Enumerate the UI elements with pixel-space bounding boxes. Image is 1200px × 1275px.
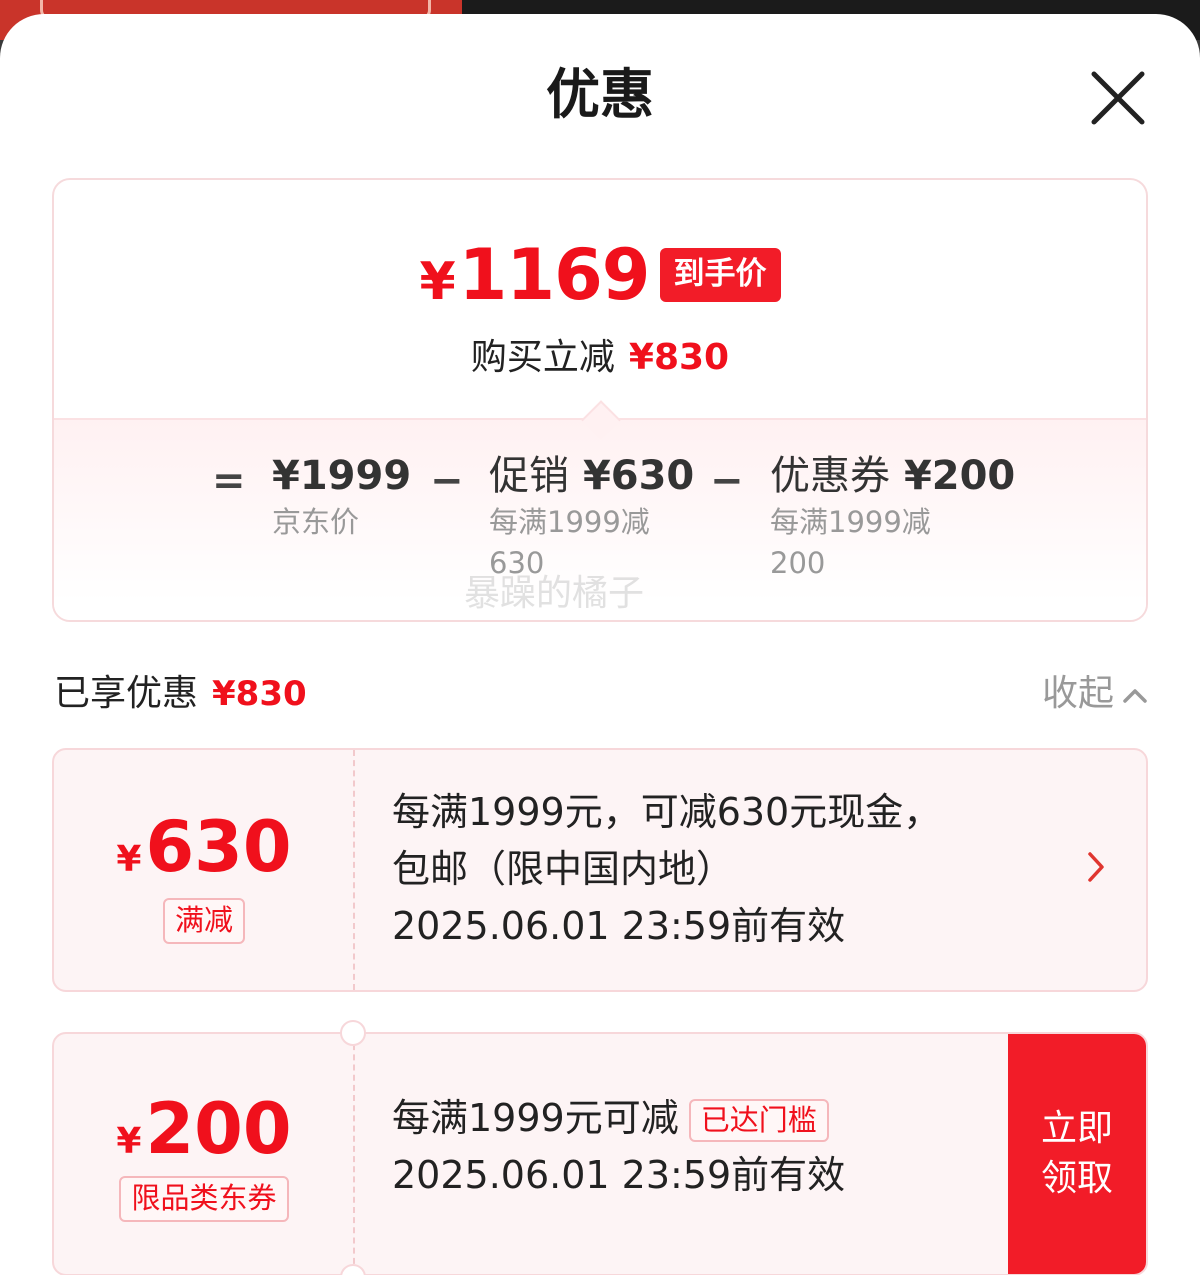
coupon-label: 优惠券: [770, 453, 890, 499]
claim-label-line2: 领取: [1040, 1158, 1113, 1199]
coupon-rule-line2: 包邮（限中国内地）: [392, 847, 735, 891]
coupon-card-jd-coupon: ¥200 限品类东券 每满1999元可减 已达门槛 2025.06.01 23:5…: [52, 1032, 1148, 1275]
collapse-button[interactable]: 收起: [1042, 664, 1148, 716]
coupon-validity: 2025.06.01 23:59前有效: [392, 1153, 846, 1197]
coupon-type-tag: 限品类东券: [119, 1176, 289, 1222]
ticket-notch: [340, 1020, 366, 1046]
coupon-description: 每满1999元可减 已达门槛 2025.06.01 23:59前有效: [392, 1090, 845, 1204]
threshold-reached-tag: 已达门槛: [688, 1098, 829, 1143]
coupon-rule: 每满1999元可减: [392, 1096, 679, 1140]
coupon-description: 每满1999元，可减630元现金， 包邮（限中国内地） 2025.06.01 2…: [392, 784, 941, 955]
equals-sign: =: [212, 458, 246, 504]
coupon-amount: ¥200: [116, 1088, 292, 1170]
enjoyed-discount: 已享优惠 ¥830: [54, 664, 307, 716]
chevron-right-icon[interactable]: [1086, 850, 1106, 888]
claim-coupon-button[interactable]: 立即 领取: [1008, 1034, 1146, 1274]
price-summary-card: ¥1169 到手价 购买立减 ¥830 = ¥1999 京东价 − 促销 ¥630 …: [52, 178, 1148, 622]
jd-price-value: ¥1999: [272, 453, 412, 499]
total-reduction-label: 购买立减: [470, 337, 615, 378]
breakdown-coupon: 优惠券 ¥200 每满1999减200: [770, 454, 1015, 583]
coupon-value: ¥200: [903, 453, 1016, 499]
promotion-value: ¥630: [582, 453, 695, 499]
final-price-tag: 到手价: [659, 248, 781, 302]
total-reduction-row: 购买立减 ¥830: [54, 328, 1146, 380]
coupon-rule-line1: 每满1999元，可减630元现金，: [392, 790, 942, 834]
chevron-up-icon: [1123, 689, 1147, 703]
discount-sheet: 优惠 ¥1169 到手价 购买立减 ¥830 = ¥1999 京东价 − 促销 ¥6…: [0, 14, 1200, 1275]
coupon-rule: 每满1999减200: [770, 505, 931, 580]
final-price-row: ¥1169 到手价: [54, 240, 1146, 310]
close-icon[interactable]: [1086, 66, 1150, 130]
final-price: ¥1169: [419, 234, 650, 316]
sheet-title: 优惠: [546, 63, 654, 126]
coupon-validity: 2025.06.01 23:59前有效: [392, 904, 846, 948]
coupon-amount-area: ¥630 满减: [54, 750, 354, 990]
minus-sign: −: [430, 458, 464, 504]
coupon-amount-area: ¥200 限品类东券: [54, 1034, 354, 1274]
total-reduction-amount: ¥830: [628, 337, 730, 378]
enjoyed-amount: ¥830: [212, 674, 307, 714]
enjoyed-label: 已享优惠: [54, 673, 199, 714]
claim-label-line1: 立即: [1040, 1107, 1113, 1149]
jd-price-label: 京东价: [272, 505, 360, 539]
promotion-label: 促销: [489, 453, 569, 499]
minus-sign: −: [710, 458, 744, 504]
watermark: 暴躁的橘子: [464, 573, 645, 614]
collapse-label: 收起: [1041, 673, 1114, 714]
coupon-card-promotion[interactable]: ¥630 满减 每满1999元，可减630元现金， 包邮（限中国内地） 2025…: [52, 748, 1148, 992]
price-breakdown: = ¥1999 京东价 − 促销 ¥630 每满1999减630 − 优惠券 ¥…: [54, 400, 1146, 620]
coupon-amount: ¥630: [116, 806, 292, 888]
coupon-type-tag: 满减: [162, 898, 245, 944]
